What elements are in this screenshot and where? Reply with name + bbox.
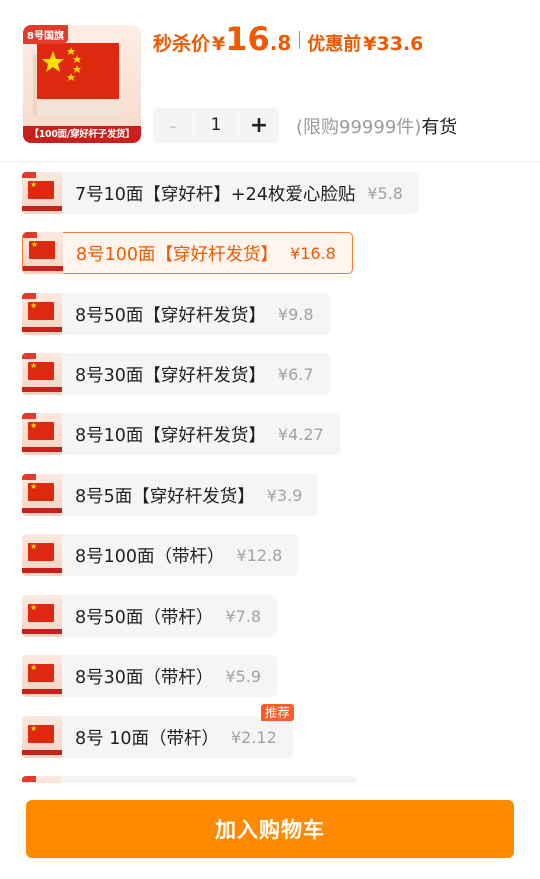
flash-sale-label: 秒杀价	[153, 33, 211, 55]
sku-name: 8号10面【穿好杆发货】	[75, 425, 266, 446]
sku-thumbnail	[22, 474, 62, 516]
purchase-limit: (限购99999件)	[296, 117, 422, 138]
sku-thumbnail	[22, 655, 62, 697]
product-header: 8号国旗 【100面/穿好杆子发货】 秒杀价 ¥ 16 .8 优惠前 ¥33.6…	[0, 0, 540, 162]
increase-button[interactable]: +	[239, 113, 279, 138]
sku-option[interactable]: 8号50面【穿好杆发货】 ¥9.8	[22, 293, 330, 335]
sku-thumbnail	[22, 353, 62, 395]
flag-icon	[28, 301, 54, 320]
sku-name: 7号10面【穿好杆】+24枚爱心脸贴	[75, 184, 356, 205]
sku-thumbnail	[22, 172, 62, 214]
sku-thumbnail	[23, 232, 63, 274]
sku-thumbnail	[22, 595, 62, 637]
flag-icon	[28, 724, 54, 743]
sku-option[interactable]: 8号50面（带杆） ¥7.8	[22, 595, 278, 637]
sku-option-partial[interactable]	[22, 776, 356, 783]
flag-icon	[29, 240, 55, 259]
sku-name: 8号100面【穿好杆发货】	[76, 244, 279, 265]
availability-status: 有货	[421, 117, 458, 138]
sku-thumbnail	[22, 413, 62, 455]
sku-thumbnail	[22, 776, 62, 783]
flag-icon	[28, 663, 54, 682]
sku-thumbnail	[22, 293, 62, 335]
product-image[interactable]: 8号国旗 【100面/穿好杆子发货】	[23, 25, 141, 143]
sku-price: ¥3.9	[266, 485, 303, 505]
sku-name: 8号50面（带杆）	[75, 607, 214, 628]
quantity-stepper: - 1 +	[153, 108, 279, 143]
flash-price-dec: .8	[269, 31, 292, 55]
flag-icon	[28, 603, 54, 622]
sku-price: ¥12.8	[236, 545, 283, 565]
flag-icon	[28, 421, 54, 440]
price-row: 秒杀价 ¥ 16 .8 优惠前 ¥33.6	[153, 20, 423, 60]
sku-name: 8号50面【穿好杆发货】	[75, 305, 266, 326]
original-price-label: 优惠前	[307, 34, 362, 55]
sku-name: 8号30面【穿好杆发货】	[75, 365, 266, 386]
flash-price-int: 16	[225, 20, 270, 58]
sku-price: ¥16.8	[290, 243, 336, 263]
price-divider	[299, 31, 301, 49]
currency-symbol: ¥	[212, 33, 226, 55]
image-tag: 8号国旗	[23, 25, 68, 44]
original-price: ¥33.6	[363, 33, 424, 55]
stock-info: (限购99999件)有货	[296, 113, 457, 139]
sku-option-selected[interactable]: 8号100面【穿好杆发货】 ¥16.8	[22, 232, 353, 274]
flag-icon	[28, 482, 54, 501]
sku-name: 8号 10面（带杆）	[75, 728, 219, 749]
sku-price: ¥4.27	[277, 424, 324, 444]
sku-price: ¥6.7	[277, 364, 314, 384]
flag-icon	[28, 180, 54, 199]
sku-price: ¥7.8	[225, 606, 262, 626]
sku-option[interactable]: 8号100面（带杆） ¥12.8	[22, 534, 299, 576]
decrease-button[interactable]: -	[153, 114, 193, 138]
sku-option[interactable]: 8号 10面（带杆） ¥2.12 推荐	[22, 704, 294, 758]
sku-option[interactable]: 7号10面【穿好杆】+24枚爱心脸贴 ¥5.8	[22, 172, 419, 214]
sku-price: ¥9.8	[277, 304, 314, 324]
sku-option[interactable]: 8号30面（带杆） ¥5.9	[22, 655, 278, 697]
sku-price: ¥5.8	[367, 183, 403, 203]
sku-option[interactable]: 8号5面【穿好杆发货】 ¥3.9	[22, 474, 319, 516]
sku-name: 8号30面（带杆）	[75, 667, 214, 688]
sku-price: ¥2.12	[230, 727, 277, 747]
sku-thumbnail	[22, 716, 62, 758]
flag-icon	[28, 542, 54, 561]
add-to-cart-button[interactable]: 加入购物车	[26, 800, 514, 858]
sku-options-list[interactable]: 7号10面【穿好杆】+24枚爱心脸贴 ¥5.8 8号100面【穿好杆发货】 ¥1…	[0, 163, 540, 783]
image-banner: 【100面/穿好杆子发货】	[23, 126, 141, 143]
recommend-badge: 推荐	[260, 704, 294, 721]
sku-name: 8号5面【穿好杆发货】	[75, 486, 255, 507]
sku-name: 8号100面（带杆）	[75, 546, 225, 567]
sku-option[interactable]: 8号10面【穿好杆发货】 ¥4.27	[22, 413, 340, 455]
sku-thumbnail	[22, 534, 62, 576]
sku-price: ¥5.9	[225, 666, 262, 686]
sku-option[interactable]: 8号30面【穿好杆发货】 ¥6.7	[22, 353, 330, 395]
flag-icon	[28, 361, 54, 380]
quantity-input[interactable]: 1	[193, 113, 239, 138]
